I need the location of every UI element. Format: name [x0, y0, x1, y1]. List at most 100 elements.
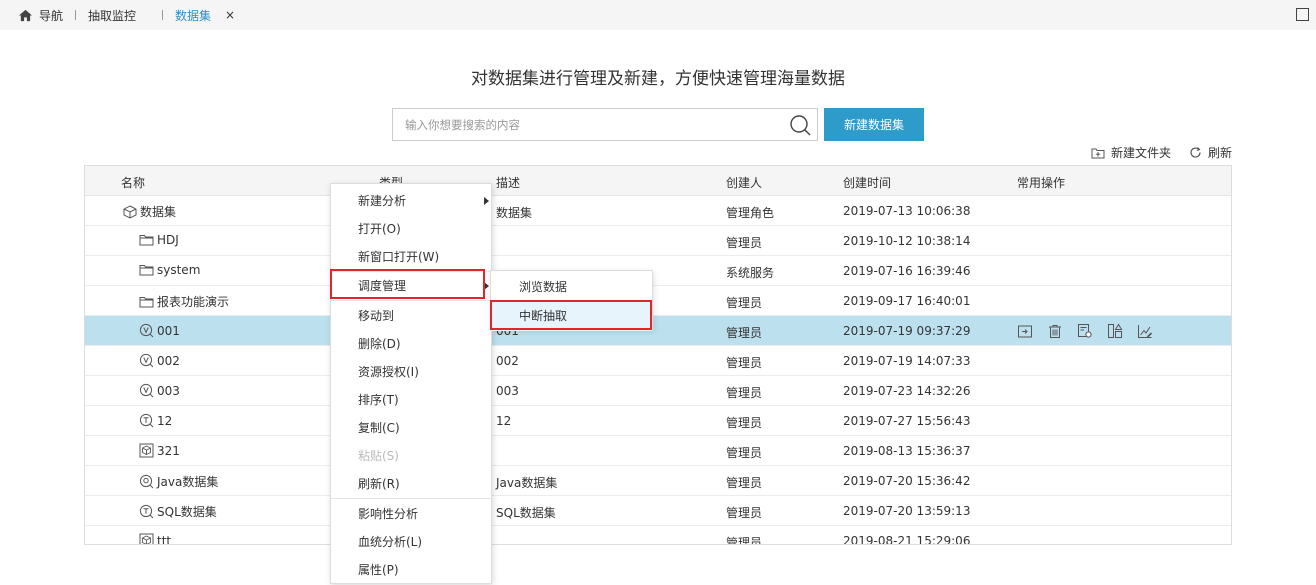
breadcrumb-tabs: 导航 抽取监控 数据集 ×	[18, 0, 235, 30]
context-menu-item[interactable]: 血统分析(L)	[331, 528, 491, 556]
tab-extract-monitor[interactable]: 抽取监控	[88, 7, 136, 24]
table-row[interactable]: 数据集 数据集 管理角色 2019-07-13 10:06:38	[85, 196, 1231, 226]
row-creator: 管理员	[726, 506, 763, 520]
context-menu-item-label: 血统分析(L)	[358, 535, 423, 549]
toolbar-actions: 新建文件夹 刷新	[1073, 144, 1232, 161]
table-row[interactable]: 报表功能演示 管理员 2019-09-17 16:40:01	[85, 286, 1231, 316]
row-name-cell[interactable]: 12	[139, 413, 172, 428]
refresh-button[interactable]: 刷新	[1189, 144, 1232, 161]
menu-divider	[331, 498, 491, 499]
home-icon[interactable]	[18, 9, 33, 22]
row-name: 002	[157, 353, 180, 368]
context-menu: 新建分析 打开(O) 新窗口打开(W) 调度管理 移动到 删除(D) 资源授权(I) 排序(T…	[330, 183, 492, 584]
table-header: 名称 类型 描述 创建人 创建时间 常用操作	[85, 166, 1231, 196]
cube-icon	[123, 204, 140, 219]
row-created-time: 2019-07-23 14:32:26	[843, 384, 971, 398]
search-input[interactable]	[393, 109, 783, 140]
context-menu-item[interactable]: 复制(C)	[331, 414, 491, 442]
table-row[interactable]: SQL数据集 SQL数据集 管理员 2019-07-20 13:59:13	[85, 496, 1231, 526]
row-description: 12	[496, 414, 512, 428]
row-name-cell[interactable]: 321	[139, 443, 180, 458]
refresh-icon	[1190, 147, 1201, 158]
maximize-icon[interactable]	[1296, 8, 1309, 21]
row-name: 003	[157, 383, 180, 398]
row-name: HDJ	[157, 233, 179, 247]
row-description: SQL数据集	[496, 506, 556, 520]
column-header-description[interactable]: 描述	[496, 174, 520, 191]
table-row[interactable]: 001 001 管理员 2019-07-19 09:37:29	[85, 316, 1231, 346]
row-creator: 管理员	[726, 536, 763, 545]
table-row[interactable]: 321 管理员 2019-08-13 15:36:37	[85, 436, 1231, 466]
edit-chart-icon[interactable]	[1137, 323, 1153, 339]
move-icon[interactable]	[1017, 323, 1033, 339]
tab-divider	[75, 10, 77, 20]
context-menu-item[interactable]: 删除(D)	[331, 330, 491, 358]
row-creator: 管理角色	[726, 206, 775, 220]
table-dataset-icon	[139, 504, 157, 519]
table-row[interactable]: 12 12 管理员 2019-07-27 15:56:43	[85, 406, 1231, 436]
new-folder-button[interactable]: 新建文件夹	[1091, 144, 1171, 161]
table-row[interactable]: system 系统服务 2019-07-16 16:39:46	[85, 256, 1231, 286]
row-created-time: 2019-08-21 15:29:06	[843, 534, 971, 545]
context-menu-item[interactable]: 移动到	[331, 302, 491, 330]
row-creator: 管理员	[726, 356, 763, 370]
context-menu-item-label: 新建分析	[358, 194, 407, 208]
context-menu-item[interactable]: 打开(O)	[331, 215, 491, 243]
new-dataset-button[interactable]: 新建数据集	[824, 108, 924, 141]
layout-icon[interactable]	[1107, 323, 1123, 339]
row-name-cell[interactable]: 数据集	[123, 203, 176, 220]
context-menu-item-label: 新窗口打开(W)	[358, 250, 440, 264]
settings-icon[interactable]	[1077, 323, 1093, 339]
context-menu-item[interactable]: 资源授权(I)	[331, 358, 491, 386]
table-row[interactable]: HDJ 管理员 2019-10-12 10:38:14	[85, 226, 1231, 256]
context-menu-item[interactable]: 刷新(R)	[331, 470, 491, 498]
table-row[interactable]: Java数据集 Java数据集 管理员 2019-07-20 15:36:42	[85, 466, 1231, 496]
tab-dataset[interactable]: 数据集	[175, 7, 211, 24]
context-menu-item[interactable]: 新建分析	[331, 187, 491, 215]
column-header-creator[interactable]: 创建人	[726, 174, 762, 191]
row-name-cell[interactable]: 报表功能演示	[139, 293, 229, 310]
row-name-cell[interactable]: 003	[139, 383, 180, 398]
context-menu-item[interactable]: 排序(T)	[331, 386, 491, 414]
highlight-box-interrupt	[490, 300, 652, 330]
row-name: Java数据集	[157, 475, 219, 489]
row-name-cell[interactable]: 001	[139, 323, 180, 338]
nav-home-label[interactable]: 导航	[39, 7, 63, 24]
row-creator: 管理员	[726, 476, 763, 490]
row-created-time: 2019-07-27 15:56:43	[843, 414, 971, 428]
table-row[interactable]: 003 003 管理员 2019-07-23 14:32:26	[85, 376, 1231, 406]
context-menu-item-label: 资源授权(I)	[358, 365, 419, 379]
context-menu-item[interactable]: 属性(P)	[331, 556, 491, 584]
row-name: ttt	[157, 533, 172, 545]
row-name-cell[interactable]: system	[139, 263, 200, 277]
new-folder-icon	[1091, 148, 1105, 158]
row-created-time: 2019-07-19 14:07:33	[843, 354, 971, 368]
row-name: SQL数据集	[157, 505, 217, 519]
row-name-cell[interactable]: HDJ	[139, 233, 179, 247]
column-header-name[interactable]: 名称	[121, 174, 145, 191]
row-created-time: 2019-07-13 10:06:38	[843, 204, 971, 218]
row-name-cell[interactable]: Java数据集	[139, 473, 218, 490]
search-icon[interactable]	[789, 114, 811, 136]
folder-icon	[139, 264, 157, 276]
delete-icon[interactable]	[1047, 323, 1063, 339]
close-icon[interactable]: ×	[225, 8, 235, 22]
view-dataset-icon	[139, 323, 157, 338]
search-box	[392, 108, 818, 141]
new-folder-label: 新建文件夹	[1110, 146, 1171, 160]
table-row[interactable]: 002 002 管理员 2019-07-19 14:07:33	[85, 346, 1231, 376]
column-header-created-time[interactable]: 创建时间	[843, 174, 891, 191]
row-creator: 管理员	[726, 296, 763, 310]
row-name-cell[interactable]: SQL数据集	[139, 503, 217, 520]
context-menu-item-label: 影响性分析	[358, 507, 419, 521]
context-menu-item-label: 属性(P)	[358, 563, 399, 577]
page-headline: 对数据集进行管理及新建，方便快速管理海量数据	[471, 69, 845, 89]
context-menu-item[interactable]: 新窗口打开(W)	[331, 243, 491, 271]
table-row[interactable]: ttt 管理员 2019-08-21 15:29:06	[85, 526, 1231, 545]
browse-data-item[interactable]: 浏览数据	[491, 273, 652, 302]
context-menu-item[interactable]: 影响性分析	[331, 500, 491, 528]
row-name-cell[interactable]: ttt	[139, 533, 172, 545]
row-name-cell[interactable]: 002	[139, 353, 180, 368]
row-name: 数据集	[140, 205, 177, 219]
context-menu-item-label: 删除(D)	[358, 337, 401, 351]
